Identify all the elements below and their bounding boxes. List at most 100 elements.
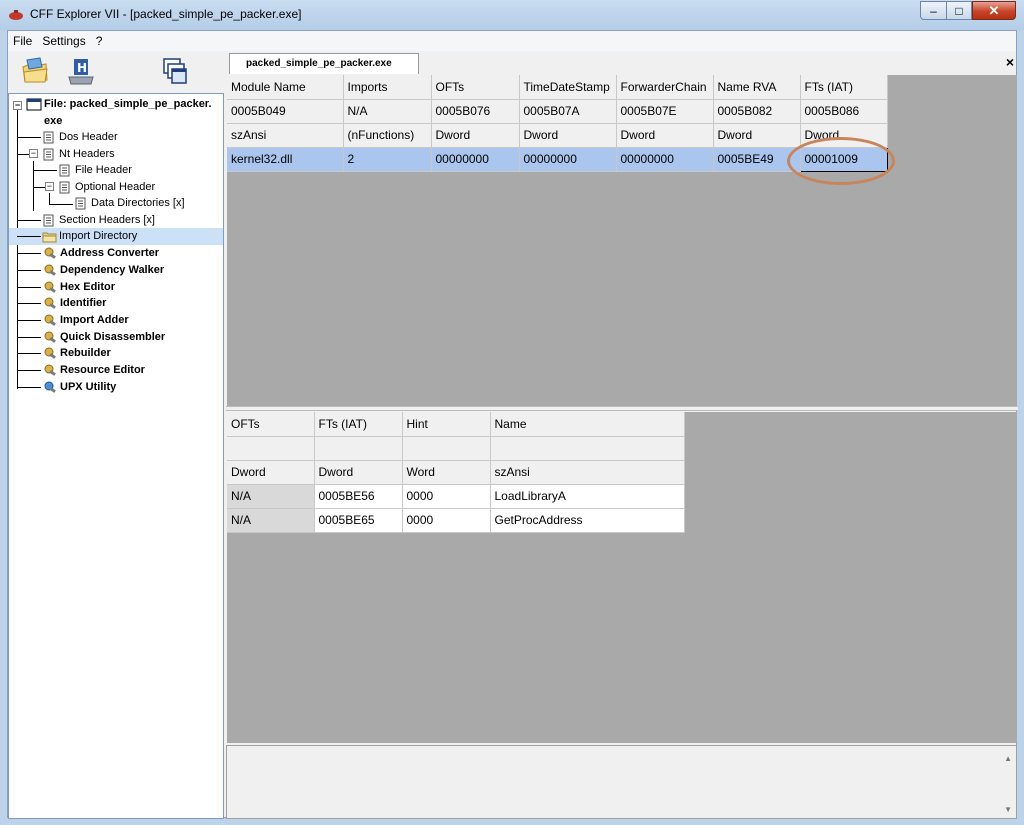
function-name-cell[interactable]: GetProcAddress [490, 508, 685, 533]
tree-connector [33, 187, 45, 188]
type-cell: szAnsi [227, 123, 344, 148]
type-cell: Dword [314, 460, 403, 485]
wrench-tool-icon [44, 297, 56, 309]
window-controls: – □ ✕ [920, 1, 1016, 20]
app-icon [9, 10, 23, 20]
ofts-cell[interactable]: N/A [227, 508, 315, 533]
tree-connector [17, 253, 41, 254]
tree-connector [17, 353, 41, 354]
column-header[interactable]: Imports [343, 75, 432, 100]
document-icon [75, 197, 86, 210]
offset-cell [314, 436, 403, 461]
tree-connector [33, 170, 57, 171]
wrench-tool-icon [44, 247, 56, 259]
scroll-down-arrow-icon[interactable]: ▼ [1004, 805, 1012, 814]
tree-item-import-directory[interactable]: Import Directory [9, 228, 223, 245]
ofts-cell[interactable]: 00000000 [431, 147, 520, 172]
tree-connector [49, 204, 73, 205]
column-header[interactable]: TimeDateStamp [519, 75, 617, 100]
type-cell: Dword [519, 123, 617, 148]
tree-connector [17, 387, 41, 388]
fts-iat-cell[interactable]: 0005BE65 [314, 508, 403, 533]
tree-connector [17, 137, 41, 138]
scroll-up-arrow-icon[interactable]: ▲ [1004, 754, 1012, 763]
forwarderchain-cell[interactable]: 00000000 [616, 147, 714, 172]
type-cell: Dword [431, 123, 520, 148]
offset-cell: 0005B086 [800, 99, 888, 124]
ofts-cell[interactable]: N/A [227, 484, 315, 509]
tree-connector [17, 154, 29, 155]
toolbar: H [8, 53, 223, 91]
save-disk-icon[interactable]: H [66, 55, 96, 87]
wrench-tool-icon [44, 281, 56, 293]
document-icon [59, 164, 70, 177]
collapse-icon[interactable]: − [29, 149, 38, 158]
module-name-cell[interactable]: kernel32.dll [227, 147, 344, 172]
close-tab-icon[interactable]: × [1006, 54, 1014, 70]
wrench-tool-icon [44, 364, 56, 376]
menu-settings[interactable]: Settings [37, 31, 90, 51]
imports-cell[interactable]: 2 [343, 147, 432, 172]
hint-cell[interactable]: 0000 [402, 508, 491, 533]
wrench-tool-icon [44, 331, 56, 343]
tab-packed-simple-pe-packer[interactable]: packed_simple_pe_packer.exe [229, 53, 419, 74]
column-header[interactable]: FTs (IAT) [314, 412, 403, 437]
timedatestamp-cell[interactable]: 00000000 [519, 147, 617, 172]
tree-connector [17, 287, 41, 288]
menu-help[interactable]: ? [91, 31, 108, 51]
window-icon [26, 98, 42, 111]
wrench-tool-icon [44, 264, 56, 276]
wrench-tool-icon [44, 314, 56, 326]
tree-connector [17, 320, 41, 321]
functions-table: OFTs FTs (IAT) Hint Name Dword Dword Wor… [227, 412, 685, 533]
collapse-icon[interactable]: − [13, 101, 22, 110]
type-cell: Dword [616, 123, 714, 148]
column-header[interactable]: Name [490, 412, 685, 437]
column-header[interactable]: FTs (IAT) [800, 75, 888, 100]
document-icon [59, 181, 70, 194]
fts-iat-cell[interactable]: 0005BE56 [314, 484, 403, 509]
type-cell: Dword [713, 123, 801, 148]
offset-cell: 0005B07E [616, 99, 714, 124]
collapse-icon[interactable]: − [45, 182, 54, 191]
offset-cell: 0005B076 [431, 99, 520, 124]
offset-cell [402, 436, 491, 461]
tree-root-label-cont: exe [44, 115, 63, 127]
pane-splitter[interactable] [226, 406, 1018, 411]
column-header[interactable]: ForwarderChain [616, 75, 714, 100]
tree-connector [17, 220, 41, 221]
tree-connector [49, 193, 50, 204]
offset-cell: 0005B049 [227, 99, 344, 124]
column-header[interactable]: Hint [402, 412, 491, 437]
tree-connector [17, 337, 41, 338]
maximize-button[interactable]: □ [946, 1, 972, 20]
table-row[interactable]: N/A 0005BE65 0000 GetProcAddress [227, 508, 685, 533]
folder-icon [42, 232, 57, 243]
tree-connector [17, 303, 41, 304]
type-cell: szAnsi [490, 460, 685, 485]
hint-cell[interactable]: 0000 [402, 484, 491, 509]
function-name-cell[interactable]: LoadLibraryA [490, 484, 685, 509]
column-header[interactable]: OFTs [431, 75, 520, 100]
tree-connector [17, 109, 18, 389]
column-header[interactable]: Module Name [227, 75, 344, 100]
column-header[interactable]: Name RVA [713, 75, 801, 100]
open-folder-icon[interactable] [20, 55, 50, 87]
tree-root-label: File: packed_simple_pe_packer. [44, 98, 212, 110]
table-header-row: OFTs FTs (IAT) Hint Name [227, 412, 685, 437]
offset-row [227, 436, 685, 461]
offset-row: 0005B049 N/A 0005B076 0005B07A 0005B07E … [227, 99, 888, 124]
table-row[interactable]: N/A 0005BE56 0000 LoadLibraryA [227, 484, 685, 509]
column-header[interactable]: OFTs [227, 412, 315, 437]
imports-grid: Module Name Imports OFTs TimeDateStamp F… [227, 75, 1017, 406]
windows-cascade-icon[interactable] [160, 55, 190, 87]
type-cell: (nFunctions) [343, 123, 432, 148]
tree-root-file[interactable]: − File: packed_simple_pe_packer. [9, 96, 223, 113]
annotation-highlight-ellipse [787, 137, 895, 185]
menu-file[interactable]: File [8, 31, 37, 51]
disassembly-panel[interactable]: ▲ ▼ [226, 745, 1017, 819]
close-button[interactable]: ✕ [972, 1, 1016, 20]
tree-connector [17, 236, 41, 237]
minimize-button[interactable]: – [920, 1, 946, 20]
table-header-row: Module Name Imports OFTs TimeDateStamp F… [227, 75, 888, 100]
